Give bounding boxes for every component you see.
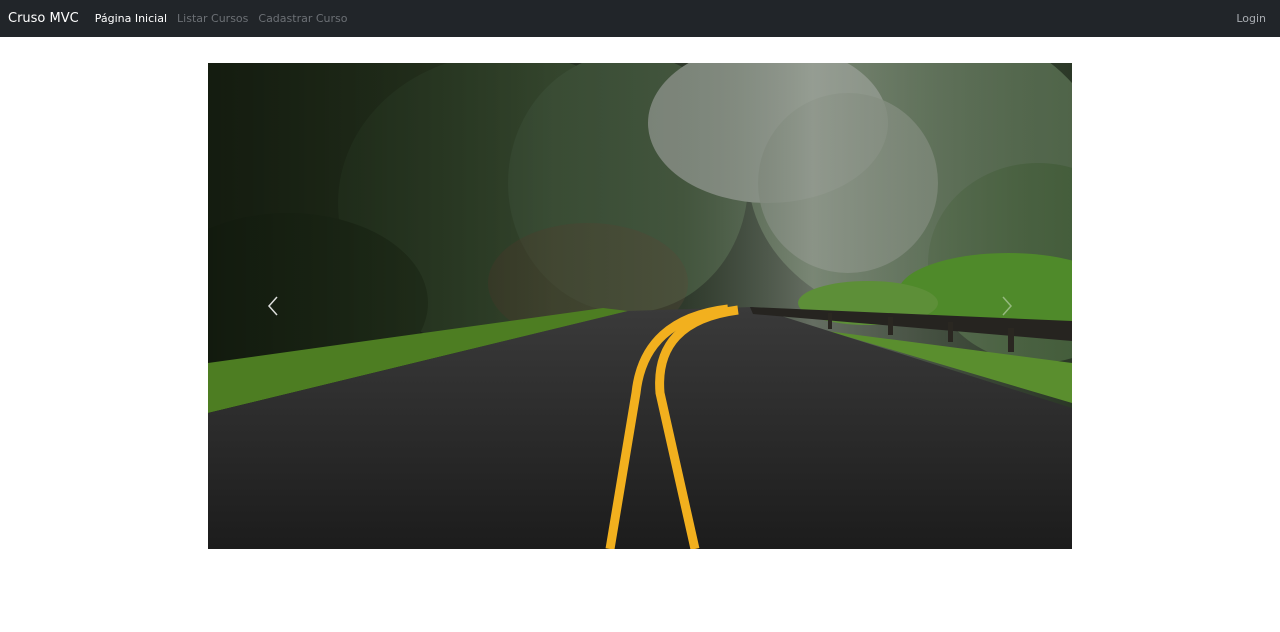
chevron-right-icon [1002,296,1013,316]
login-link[interactable]: Login [1236,0,1266,37]
nav-link-listar-cursos[interactable]: Listar Cursos [177,0,248,37]
carousel-next-button[interactable] [942,63,1072,549]
chevron-left-icon [267,296,278,316]
nav-link-pagina-inicial[interactable]: Página Inicial [95,0,167,37]
image-carousel [208,63,1072,549]
brand-link[interactable]: Cruso MVC [8,0,79,37]
carousel-prev-button[interactable] [208,63,338,549]
top-navbar: Cruso MVC Página Inicial Listar Cursos C… [0,0,1280,37]
nav-link-cadastrar-curso[interactable]: Cadastrar Curso [258,0,347,37]
